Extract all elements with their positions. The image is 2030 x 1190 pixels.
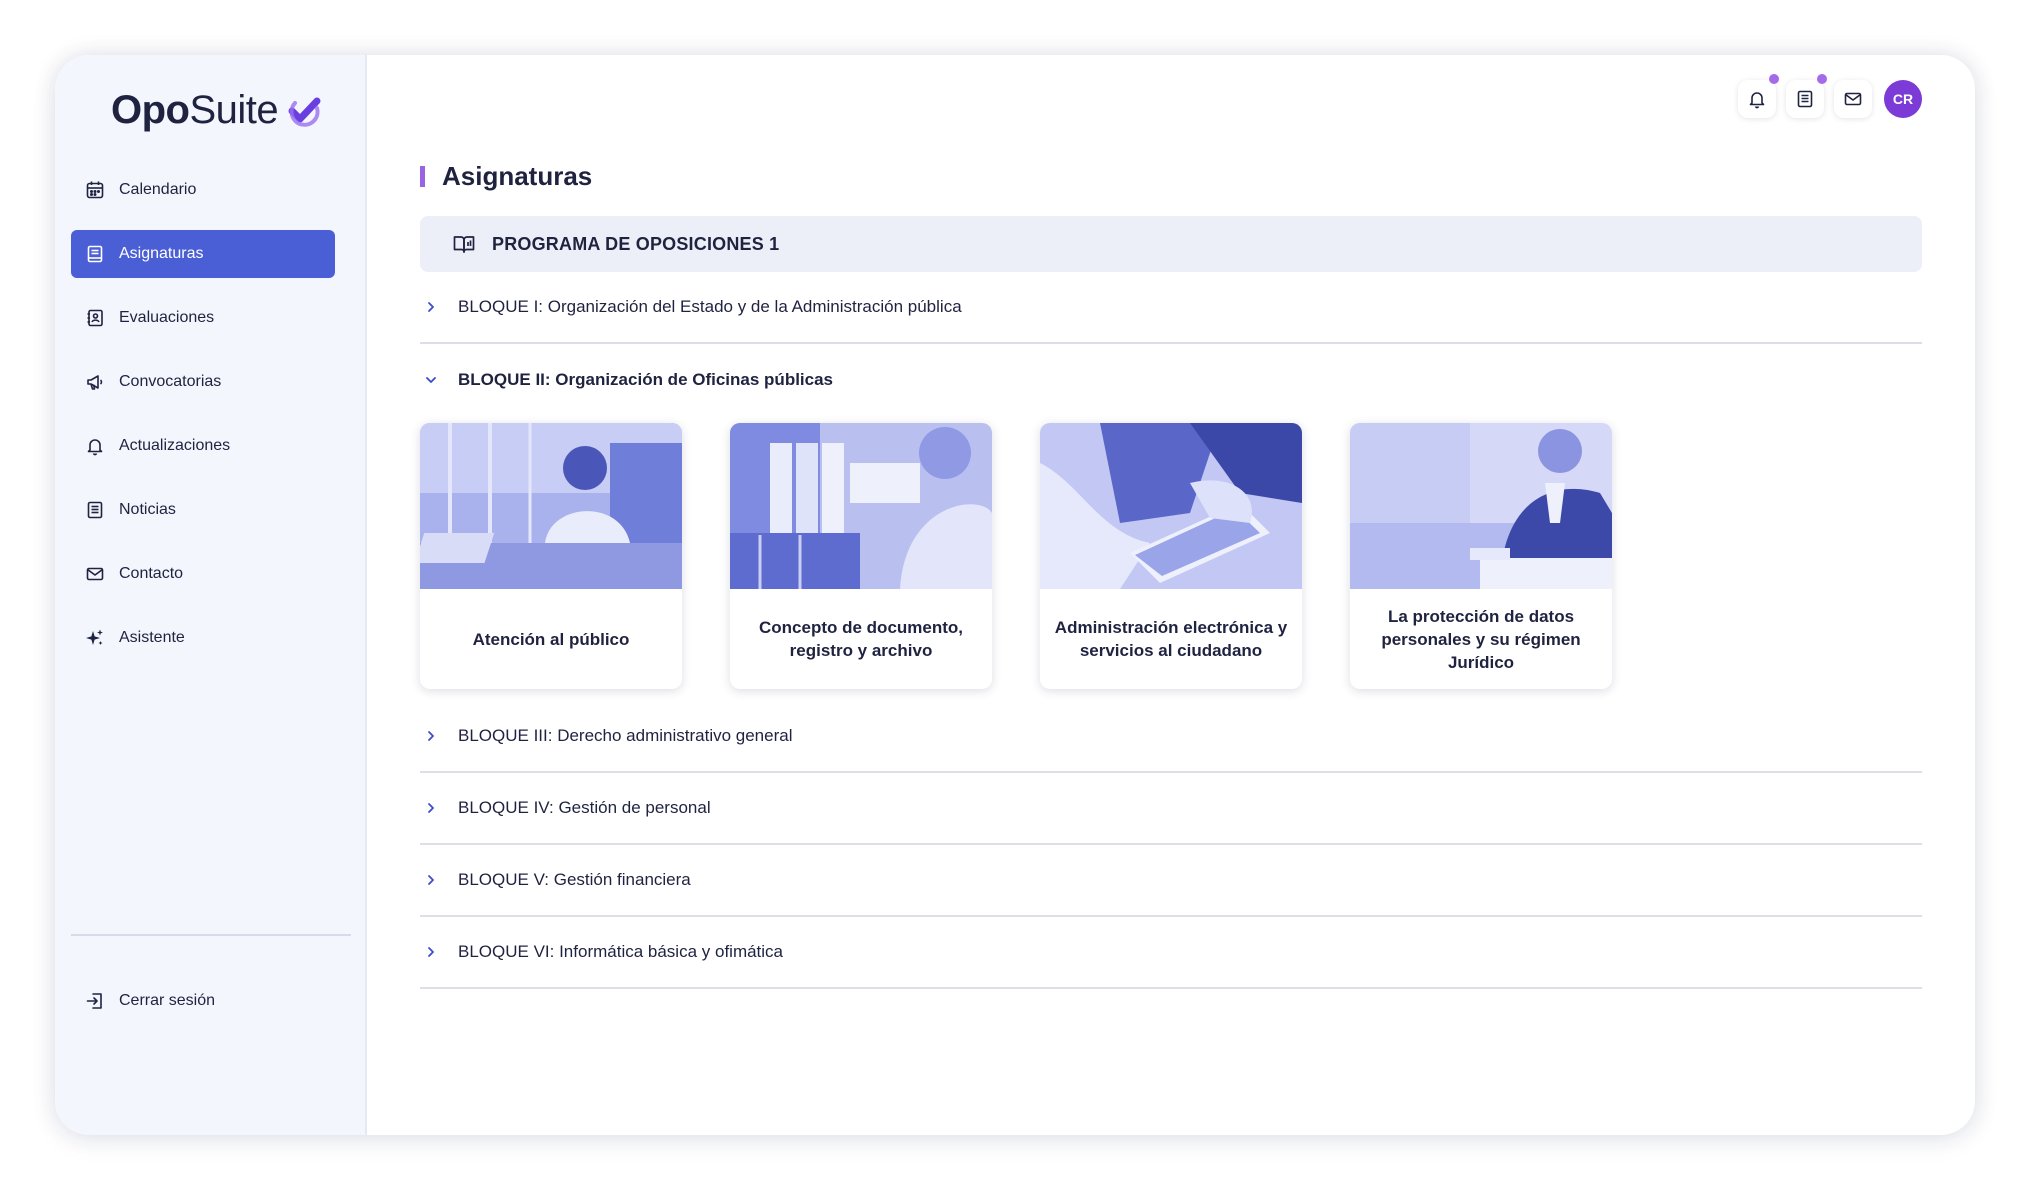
sidebar-item-actualizaciones[interactable]: Actualizaciones: [71, 422, 335, 470]
mail-icon: [1844, 92, 1862, 106]
logout-button[interactable]: Cerrar sesión: [71, 977, 335, 1025]
subject-image: [1350, 423, 1612, 589]
megaphone-icon: [85, 372, 105, 392]
block-label: BLOQUE II: Organización de Oficinas públ…: [458, 370, 834, 389]
bell-icon: [85, 436, 105, 456]
main-content: CR Asignaturas PROGRAMA DE OPOSICIONES 1…: [367, 55, 1975, 1135]
messages-button[interactable]: [1834, 80, 1872, 118]
mail-icon: [85, 564, 105, 584]
notifications-button[interactable]: [1738, 74, 1779, 118]
logo-text: OpoSuite: [111, 87, 279, 132]
chevron-down-icon: [424, 373, 438, 387]
subject-card-3[interactable]: Administración electrónica y servicios a…: [1040, 423, 1302, 689]
sidebar-item-label: Actualizaciones: [119, 437, 231, 454]
subject-title: La protección de datos personales y su r…: [1381, 606, 1581, 672]
block-label: BLOQUE V: Gestión financiera: [458, 870, 691, 889]
chevron-right-icon: [424, 300, 438, 314]
notification-dot: [1817, 74, 1827, 84]
block-row-6[interactable]: BLOQUE VI: Informática básica y ofimátic…: [420, 917, 1922, 989]
sidebar-item-label: Contacto: [119, 565, 184, 582]
block-label: BLOQUE VI: Informática básica y ofimátic…: [458, 942, 784, 961]
block-label: BLOQUE IV: Gestión de personal: [458, 798, 711, 817]
sidebar-item-label: Calendario: [119, 181, 197, 198]
sidebar-item-contacto[interactable]: Contacto: [71, 550, 335, 598]
sidebar-item-label: Asistente: [119, 629, 185, 646]
logo[interactable]: OpoSuite: [111, 81, 322, 139]
block-row-2[interactable]: BLOQUE II: Organización de Oficinas públ…: [420, 344, 1922, 416]
chevron-right-icon: [424, 729, 438, 743]
app-window: OpoSuite Calendario Asignaturas Evaluaci…: [55, 55, 1975, 1135]
subject-image: [730, 423, 992, 589]
notification-dot: [1769, 74, 1779, 84]
sidebar-divider: [71, 934, 351, 936]
block-row-1[interactable]: BLOQUE I: Organización del Estado y de l…: [420, 272, 1922, 344]
subject-card-4[interactable]: La protección de datos personales y su r…: [1350, 423, 1612, 689]
subject-card-2[interactable]: Concepto de documento, registro y archiv…: [730, 423, 992, 689]
clipboard-icon: [85, 308, 105, 328]
sidebar-item-label: Noticias: [119, 501, 176, 518]
subject-title: Atención al público: [472, 629, 630, 649]
sparkles-icon: [85, 628, 105, 648]
page-header: Asignaturas: [420, 161, 592, 192]
sidebar-item-label: Convocatorias: [119, 373, 222, 390]
program-header: PROGRAMA DE OPOSICIONES 1: [420, 216, 1922, 272]
sidebar-nav: Calendario Asignaturas Evaluaciones Conv…: [71, 166, 335, 678]
sidebar-item-convocatorias[interactable]: Convocatorias: [71, 358, 335, 406]
chevron-right-icon: [424, 945, 438, 959]
block-row-4[interactable]: BLOQUE IV: Gestión de personal: [420, 773, 1922, 845]
title-accent-bar: [420, 166, 425, 187]
sidebar-item-label: Asignaturas: [119, 245, 204, 262]
page-title: Asignaturas: [442, 161, 593, 191]
program-title: PROGRAMA DE OPOSICIONES 1: [492, 233, 780, 254]
sidebar: OpoSuite Calendario Asignaturas Evaluaci…: [55, 55, 367, 1135]
newspaper-icon: [85, 500, 105, 520]
sidebar-item-noticias[interactable]: Noticias: [71, 486, 335, 534]
subject-card-1[interactable]: Atención al público: [420, 423, 682, 689]
calendar-icon: [85, 180, 105, 200]
avatar[interactable]: CR: [1884, 80, 1922, 118]
subject-cards: Atención al público Concepto de document…: [420, 423, 1612, 689]
news-button[interactable]: [1786, 74, 1827, 118]
block-row-3[interactable]: BLOQUE III: Derecho administrativo gener…: [420, 701, 1922, 773]
sidebar-item-evaluaciones[interactable]: Evaluaciones: [71, 294, 335, 342]
block-row-5[interactable]: BLOQUE V: Gestión financiera: [420, 845, 1922, 917]
block-label: BLOQUE III: Derecho administrativo gener…: [458, 726, 793, 745]
newspaper-icon: [1797, 90, 1813, 108]
sidebar-item-asignaturas[interactable]: Asignaturas: [71, 230, 335, 278]
subject-image: [420, 423, 682, 589]
logout-icon: [85, 991, 105, 1011]
chevron-right-icon: [424, 801, 438, 815]
subject-title: Administración electrónica y servicios a…: [1054, 618, 1288, 660]
sidebar-item-asistente[interactable]: Asistente: [71, 614, 335, 662]
bell-icon: [1749, 92, 1765, 109]
book-icon: [85, 244, 105, 264]
sidebar-item-calendario[interactable]: Calendario: [71, 166, 335, 214]
subject-title: Concepto de documento, registro y archiv…: [759, 618, 963, 660]
subject-image: [1040, 423, 1302, 589]
logout-label: Cerrar sesión: [119, 992, 216, 1009]
open-book-icon: [453, 236, 475, 253]
topbar: CR: [1738, 74, 1922, 118]
sidebar-item-label: Evaluaciones: [119, 309, 215, 326]
chevron-right-icon: [424, 873, 438, 887]
logout-section: Cerrar sesión: [71, 977, 335, 1041]
block-label: BLOQUE I: Organización del Estado y de l…: [458, 297, 962, 316]
check-logo-icon: [288, 97, 321, 127]
